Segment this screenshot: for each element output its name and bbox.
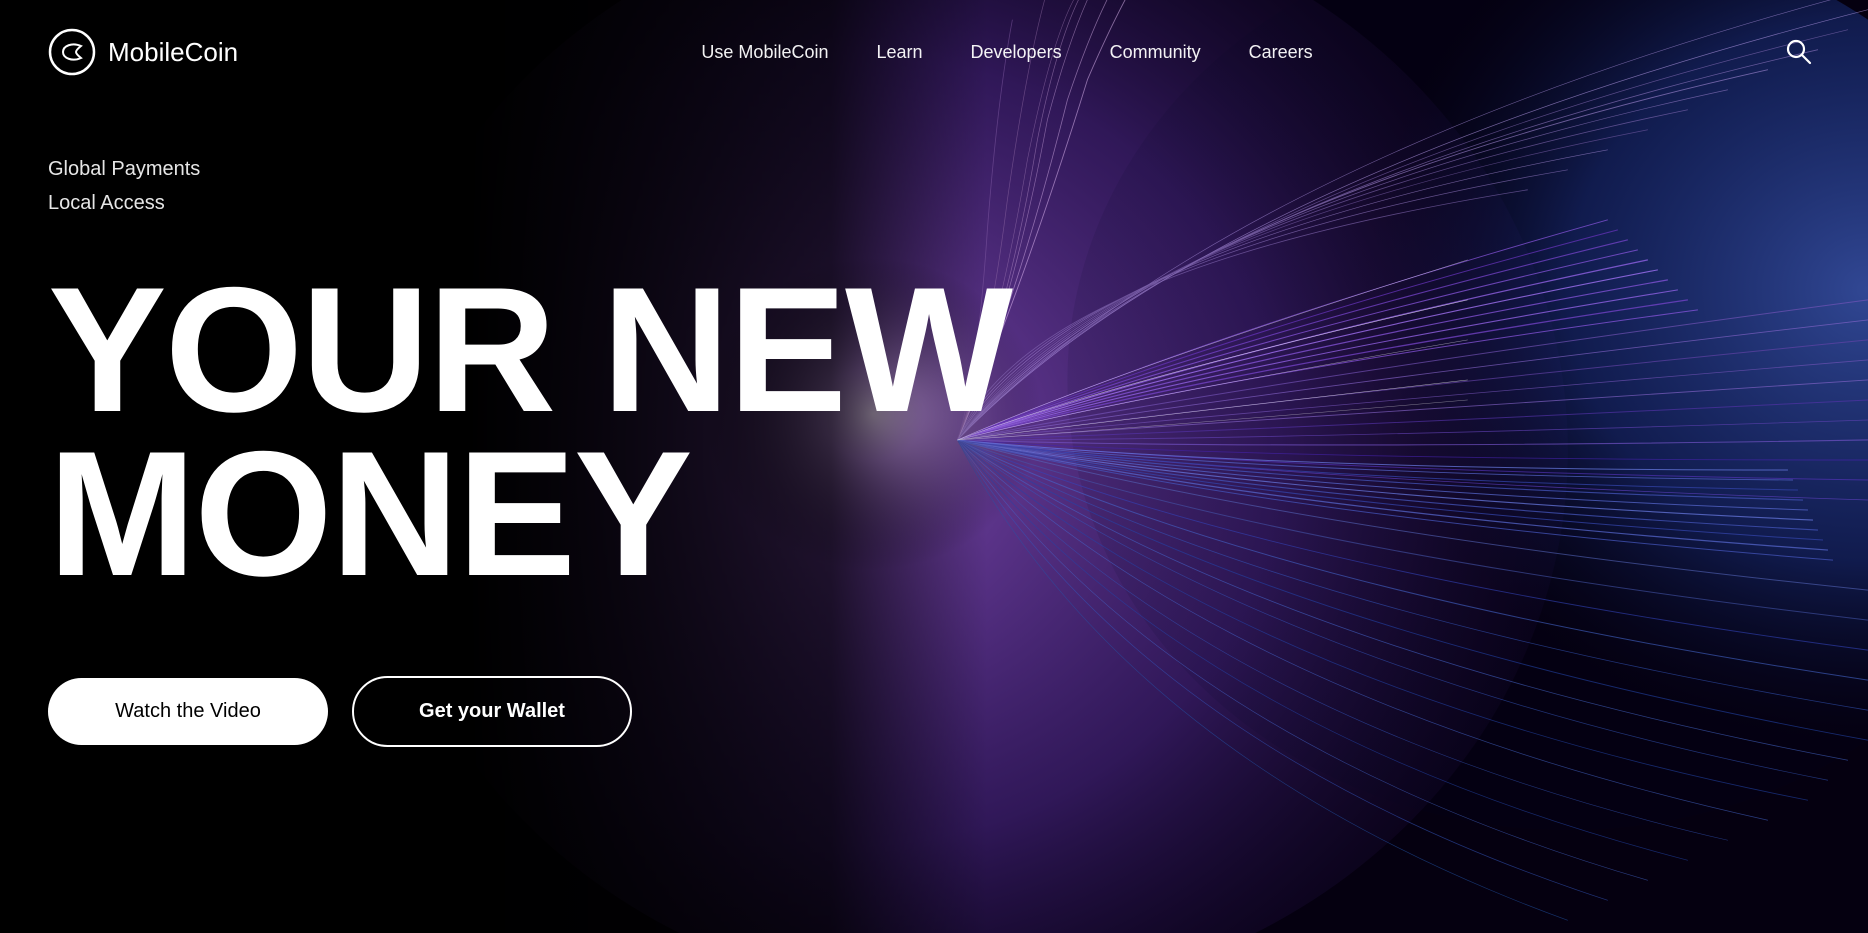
- hero-subtitle-line2: Local Access: [48, 188, 1820, 218]
- hero-title-line2: MONEY: [48, 414, 691, 613]
- watch-video-button[interactable]: Watch the Video: [48, 678, 328, 745]
- nav-link-learn[interactable]: Learn: [876, 42, 922, 62]
- hero-buttons: Watch the Video Get your Wallet: [48, 676, 1820, 747]
- hero-section: Global Payments Local Access YOUR NEW MO…: [0, 114, 1868, 747]
- search-button[interactable]: [1776, 29, 1820, 76]
- hero-title: YOUR NEW MONEY: [48, 268, 1820, 596]
- get-wallet-button[interactable]: Get your Wallet: [352, 676, 632, 747]
- nav-brand-name: MobileCoin: [108, 37, 238, 68]
- nav-link-careers[interactable]: Careers: [1249, 42, 1313, 62]
- mobilecoin-logo-icon: [48, 28, 96, 76]
- nav-link-community[interactable]: Community: [1110, 42, 1201, 62]
- nav-link-developers[interactable]: Developers: [971, 42, 1062, 62]
- nav-logo[interactable]: MobileCoin: [48, 28, 238, 76]
- nav-links: Use MobileCoin Learn Developers Communit…: [701, 42, 1312, 63]
- nav-right: [1776, 29, 1820, 76]
- hero-subtitle-line1: Global Payments: [48, 154, 1820, 184]
- search-icon: [1784, 37, 1812, 65]
- nav-link-use-mobilecoin[interactable]: Use MobileCoin: [701, 42, 828, 62]
- navbar: MobileCoin Use MobileCoin Learn Develope…: [0, 0, 1868, 104]
